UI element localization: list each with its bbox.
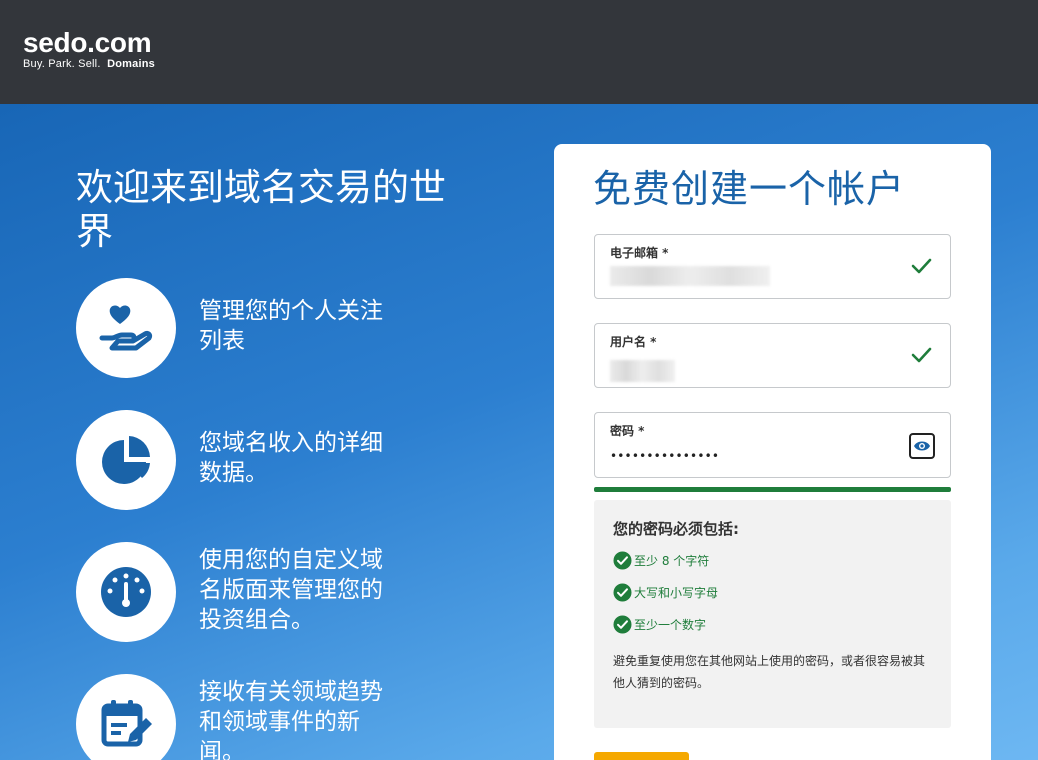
feature-news: 接收有关领域趋势和领域事件的新闻。 xyxy=(76,674,516,760)
requirement-text: 至少一个数字 xyxy=(634,617,707,632)
feature-dashboard: 使用您的自定义域名版面来管理您的投资组合。 xyxy=(76,542,516,642)
dashboard-gauge-icon xyxy=(101,567,151,617)
password-value: ••••••••••••••• xyxy=(610,449,720,463)
password-strength-bar xyxy=(594,487,951,492)
top-bar: sedo.com Buy. Park. Sell. Domains xyxy=(0,0,1038,104)
signup-card: 免费创建一个帐户 电子邮箱 * 用户名 * 密码 * •••••••••••••… xyxy=(554,144,991,760)
feature-text: 接收有关领域趋势和领域事件的新闻。 xyxy=(199,679,383,760)
hero-section: 欢迎来到域名交易的世界 管理您的个人关注列表 您域名收入的详细数据。 使用您的自… xyxy=(0,104,1038,760)
eye-icon xyxy=(914,441,930,451)
check-icon xyxy=(911,347,932,363)
show-password-button[interactable] xyxy=(909,433,935,459)
logo-name: sedo.com xyxy=(23,27,152,58)
logo-tagline-bold: Domains xyxy=(107,58,155,70)
requirement-item: 大写和小写字母 xyxy=(613,582,718,602)
logo-tagline-plain: Buy. Park. Sell. xyxy=(23,58,101,70)
feature-text: 管理您的个人关注列表 xyxy=(199,298,383,354)
sedo-logo[interactable]: sedo.com Buy. Park. Sell. Domains xyxy=(23,27,155,71)
feature-watchlist: 管理您的个人关注列表 xyxy=(76,278,516,378)
feature-icon-circle xyxy=(76,542,176,642)
logo-tagline: Buy. Park. Sell. Domains xyxy=(23,58,155,70)
feature-data: 您域名收入的详细数据。 xyxy=(76,410,516,510)
signup-title: 免费创建一个帐户 xyxy=(593,167,906,211)
email-field[interactable]: 电子邮箱 * xyxy=(594,234,951,299)
username-field[interactable]: 用户名 * xyxy=(594,323,951,388)
calendar-edit-icon xyxy=(101,700,152,747)
requirement-item: 至少一个数字 xyxy=(613,614,706,634)
email-value-redacted xyxy=(610,266,770,286)
password-label: 密码 * xyxy=(610,424,645,438)
pie-chart-icon xyxy=(102,436,150,484)
username-label: 用户名 * xyxy=(610,335,657,349)
password-advice: 避免重复使用您在其他网站上使用的密码，或者很容易被其他人猜到的密码。 xyxy=(613,654,926,690)
email-label: 电子邮箱 * xyxy=(610,246,669,260)
requirements-title: 您的密码必须包括: xyxy=(613,520,739,538)
check-icon xyxy=(911,258,932,274)
create-account-button[interactable] xyxy=(594,752,689,760)
password-requirements: 您的密码必须包括: 至少 8 个字符 大写和小写字母 至少一个数字 避免重复使用… xyxy=(594,500,951,728)
feature-text: 使用您的自定义域名版面来管理您的投资组合。 xyxy=(199,547,383,633)
feature-icon-circle xyxy=(76,674,176,760)
requirement-text: 至少 8 个字符 xyxy=(634,553,710,568)
check-circle-icon xyxy=(613,551,632,569)
feature-text: 您域名收入的详细数据。 xyxy=(199,430,383,486)
feature-icon-circle xyxy=(76,278,176,378)
username-value-redacted xyxy=(610,360,675,382)
check-circle-icon xyxy=(613,583,632,601)
hero-title: 欢迎来到域名交易的世界 xyxy=(76,166,446,253)
check-circle-icon xyxy=(613,615,632,633)
feature-icon-circle xyxy=(76,410,176,510)
requirement-item: 至少 8 个字符 xyxy=(613,550,709,570)
heart-hand-icon xyxy=(99,305,153,351)
requirement-text: 大写和小写字母 xyxy=(634,585,719,600)
password-field[interactable]: 密码 * ••••••••••••••• xyxy=(594,412,951,478)
